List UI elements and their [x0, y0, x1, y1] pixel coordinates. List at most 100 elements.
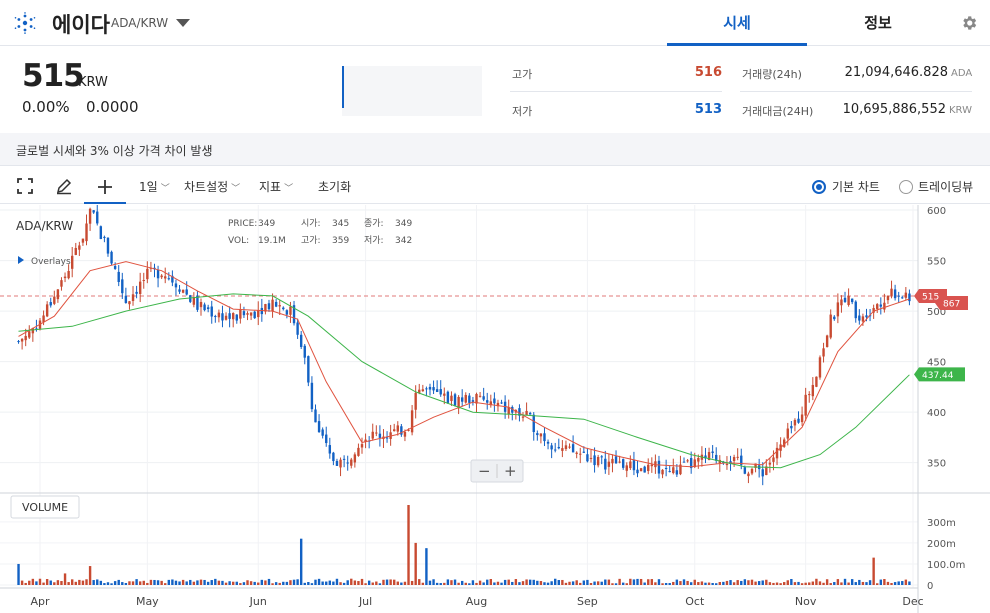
volume-bar	[876, 583, 879, 585]
volume-bar	[518, 582, 521, 585]
candle-body	[274, 301, 278, 307]
volume-bar	[636, 578, 639, 585]
current-price: 515	[22, 58, 85, 94]
overlays-label[interactable]: Overlays	[31, 257, 71, 267]
volume-bar	[221, 580, 224, 585]
volume-bar	[153, 579, 156, 585]
candle-body	[174, 283, 178, 288]
volume-bar	[629, 578, 632, 585]
candle-body	[156, 270, 160, 279]
volume-bar	[554, 578, 557, 585]
candle-body	[103, 236, 106, 238]
volume-tick-label: 300m	[927, 518, 956, 529]
coin-dropdown-chevron-icon[interactable]	[176, 19, 190, 27]
tab-info[interactable]: 정보	[808, 0, 948, 46]
candle-body	[711, 451, 714, 453]
gear-icon[interactable]	[960, 14, 978, 32]
volume-bar	[639, 578, 643, 585]
change-amount: 0.0000	[86, 98, 139, 116]
volume-bar	[71, 579, 74, 585]
volume-bar	[253, 581, 256, 585]
candle-body	[443, 393, 446, 396]
volume-bar	[278, 582, 281, 585]
indicators-menu[interactable]: 지표 ﹀	[259, 178, 293, 195]
volume-bar	[264, 580, 267, 585]
volume-bar	[750, 579, 754, 585]
chart-settings-menu[interactable]: 차트설정 ﹀	[184, 178, 240, 195]
volume-bar	[296, 579, 299, 585]
volume-bar	[879, 579, 882, 585]
volume-tick-label: 200m	[927, 539, 956, 550]
candle-body	[650, 464, 654, 467]
candle-body	[811, 384, 815, 397]
basic-chart-label[interactable]: 기본 차트	[832, 178, 880, 195]
candle-body	[725, 463, 729, 466]
turnover-label: 거래대금(24H)	[742, 105, 814, 118]
candle-body	[164, 276, 167, 279]
volume-bar	[586, 579, 589, 585]
candle-body	[206, 307, 210, 310]
zoom-in-button[interactable]: +	[504, 462, 517, 480]
candle-body	[296, 322, 299, 335]
volume-bar	[464, 582, 467, 585]
volume-bar	[81, 580, 85, 585]
candle-body	[81, 238, 85, 243]
volume-bar	[267, 578, 271, 585]
volume-bar	[149, 579, 153, 585]
volume-bar	[78, 579, 81, 585]
volume-bar	[128, 581, 131, 585]
volume-bar	[192, 581, 196, 585]
volume-bar	[740, 580, 743, 585]
volume-bar	[625, 583, 628, 585]
candle-body	[56, 289, 60, 300]
candle-body	[67, 270, 70, 279]
volume-bar	[335, 578, 339, 585]
volume-bar	[514, 579, 518, 585]
tradingview-radio[interactable]	[899, 180, 913, 194]
price-chart[interactable]: 600550500450400350 300m200m100.0m0 Apr Ma…	[0, 205, 990, 613]
candle-body	[883, 302, 886, 310]
x-tick-label: Apr	[30, 595, 50, 608]
volume-bar	[210, 580, 213, 585]
fullscreen-icon[interactable]	[17, 178, 33, 194]
volume-bar	[543, 582, 546, 585]
volume-bar	[439, 583, 442, 585]
moving-average-long-line	[18, 293, 910, 469]
price-unit: KRW	[78, 75, 108, 90]
candle-body	[121, 279, 124, 294]
volume-bar	[382, 579, 385, 585]
volume-bar	[260, 579, 264, 585]
volume-bar	[471, 580, 475, 585]
candle-body	[178, 289, 181, 292]
volume-bar	[621, 582, 625, 585]
candle-body	[307, 356, 310, 383]
tradingview-label[interactable]: 트레이딩뷰	[918, 178, 973, 195]
volume-unit: ADA	[951, 68, 973, 79]
volume-bar	[339, 582, 342, 585]
volume-bar	[24, 582, 27, 585]
tab-price[interactable]: 시세	[667, 0, 807, 46]
volume-bar	[607, 579, 611, 585]
pencil-draw-icon[interactable]	[55, 177, 73, 195]
candle-body	[78, 245, 81, 250]
candle-body	[686, 460, 689, 462]
zoom-out-button[interactable]: −	[478, 462, 491, 480]
volume-bar	[528, 579, 532, 585]
volume-bar	[650, 579, 654, 585]
crosshair-tool[interactable]	[84, 170, 126, 204]
reset-button[interactable]: 초기화	[318, 178, 351, 195]
candle-body	[410, 410, 414, 433]
volume-bar	[818, 581, 822, 585]
candle-body	[528, 412, 532, 415]
volume-bar	[421, 582, 425, 585]
overlays-toggle-icon[interactable]	[18, 256, 24, 264]
candle-body	[604, 458, 607, 470]
volume-bar	[60, 581, 63, 585]
interval-select[interactable]: 1일 ﹀	[139, 178, 170, 195]
candle-body	[131, 294, 135, 301]
candle-body	[360, 444, 364, 448]
candle-body	[396, 425, 399, 432]
candle-body	[682, 461, 686, 463]
volume-bar	[833, 582, 836, 585]
info-price-label: PRICE:	[228, 219, 257, 229]
